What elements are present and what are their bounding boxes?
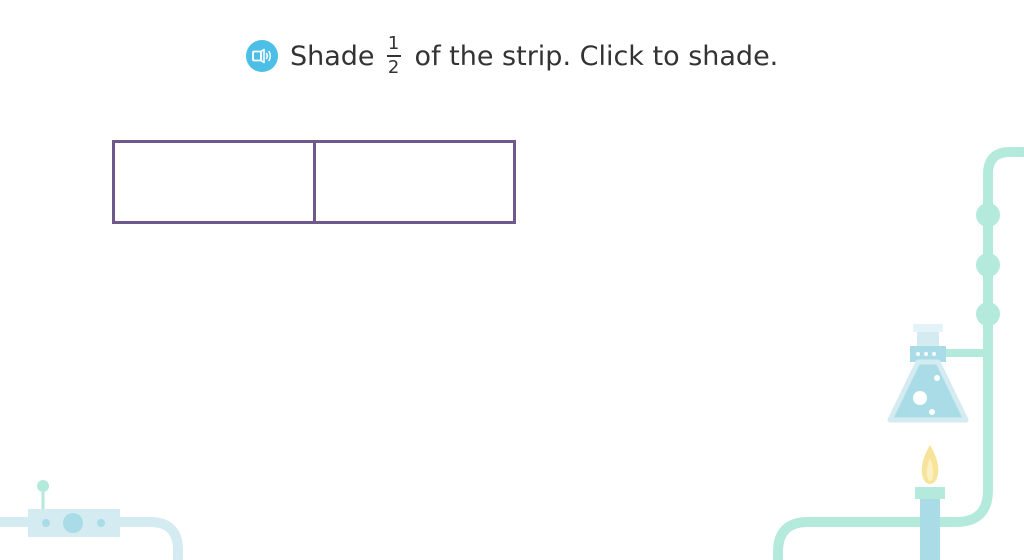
audio-button[interactable] [246, 40, 278, 72]
strip-part-2[interactable] [312, 143, 513, 221]
speaker-icon [252, 48, 271, 64]
lab-pipes-decoration [773, 147, 1024, 560]
fraction-denominator: 2 [387, 57, 400, 78]
question-prefix: Shade [290, 40, 375, 72]
fraction: 1 2 [386, 33, 401, 78]
question-prompt: Shade 1 2 of the strip. Click to shade. [246, 30, 778, 82]
question-suffix: of the strip. Click to shade. [414, 40, 779, 72]
fraction-numerator: 1 [387, 33, 400, 54]
fraction-strip [112, 140, 516, 224]
strip-part-1[interactable] [115, 143, 313, 221]
lab-device-decoration [0, 480, 183, 560]
exercise-page: Shade 1 2 of the strip. Click to shade. [0, 0, 1024, 560]
